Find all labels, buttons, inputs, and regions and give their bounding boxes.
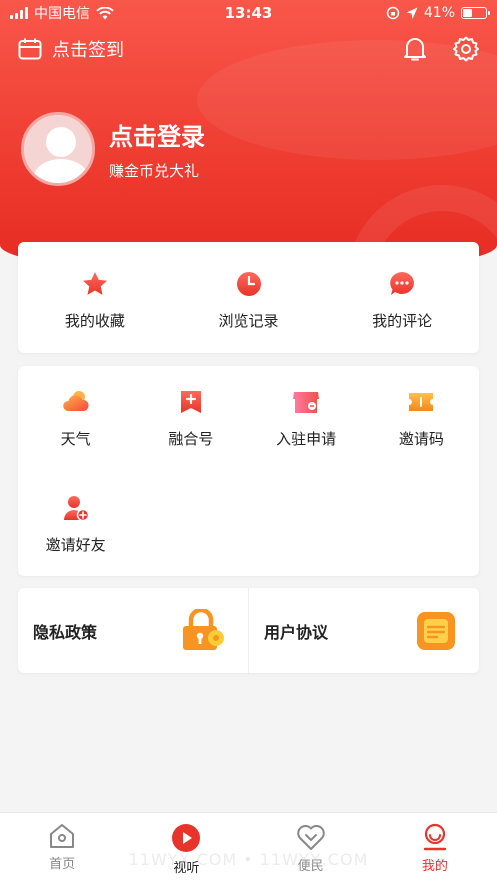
- policy-card: 隐私政策 用户协议: [18, 588, 479, 673]
- location-icon: [406, 7, 418, 19]
- service-invite-friend[interactable]: 邀请好友: [18, 494, 133, 600]
- sign-in-label: 点击签到: [52, 40, 124, 61]
- lock-gear-icon: [183, 608, 224, 650]
- home-icon: [50, 824, 75, 848]
- tab-services[interactable]: 便民: [249, 813, 373, 883]
- login-subtitle: 赚金币兑大礼: [109, 162, 200, 180]
- service-label: 入驻申请: [276, 430, 337, 448]
- quick-actions-card: 我的收藏 浏览记录 我的评论: [18, 242, 479, 353]
- services-card: 天气 融合号 入驻申请 邀请码 邀请好友: [18, 366, 479, 576]
- history-button[interactable]: 浏览记录: [172, 242, 326, 353]
- avatar[interactable]: [21, 112, 95, 186]
- status-bar: 中国电信 13:43 41%: [0, 0, 497, 26]
- login-title[interactable]: 点击登录: [109, 117, 205, 152]
- sign-in-button[interactable]: 点击签到: [18, 36, 403, 62]
- favorites-button[interactable]: 我的收藏: [18, 242, 172, 353]
- top-bar: 点击签到: [0, 32, 497, 66]
- bottom-tab-bar: 首页 视听 便民 我的: [0, 812, 497, 883]
- weather-icon: [62, 391, 89, 411]
- orientation-lock-icon: [386, 6, 400, 20]
- calendar-icon: [18, 38, 42, 60]
- user-agreement-link[interactable]: 用户协议: [248, 588, 479, 673]
- heart-icon: [296, 824, 325, 850]
- ticket-icon: [409, 393, 434, 411]
- comments-button[interactable]: 我的评论: [325, 242, 479, 353]
- store-icon: [293, 392, 320, 413]
- wifi-icon: [96, 6, 114, 19]
- service-label: 邀请码: [398, 430, 444, 448]
- comment-icon: [390, 272, 415, 295]
- quick-action-label: 我的收藏: [64, 312, 125, 330]
- quick-action-label: 浏览记录: [218, 312, 279, 330]
- profile-icon: [423, 823, 447, 851]
- service-invite-code[interactable]: 邀请码: [364, 388, 479, 494]
- service-label: 天气: [60, 430, 91, 448]
- battery-icon: [461, 7, 490, 19]
- tab-mine[interactable]: 我的: [373, 813, 497, 883]
- play-icon: [172, 824, 201, 852]
- tab-home[interactable]: 首页: [0, 813, 124, 883]
- service-settle-application[interactable]: 入驻申请: [249, 388, 364, 494]
- user-agreement-label: 用户协议: [264, 622, 329, 642]
- tab-av[interactable]: 视听: [124, 813, 248, 883]
- service-fusion-account[interactable]: 融合号: [133, 388, 248, 494]
- service-weather[interactable]: 天气: [18, 388, 133, 494]
- battery-fill: [463, 9, 473, 17]
- battery-percent: 41%: [423, 5, 455, 21]
- privacy-policy-link[interactable]: 隐私政策: [18, 588, 248, 673]
- service-label: 邀请好友: [45, 536, 106, 554]
- bell-icon[interactable]: [403, 36, 427, 62]
- carrier-label: 中国电信: [34, 6, 90, 22]
- signal-icon: [10, 7, 28, 19]
- watermark: 11WYX.COM • 11WYX.COM: [128, 850, 369, 869]
- document-icon: [417, 611, 455, 650]
- star-icon: [82, 272, 107, 295]
- invite-friend-icon: [63, 496, 89, 522]
- bookmark-plus-icon: [180, 391, 201, 413]
- clock-icon: [236, 272, 261, 296]
- service-label: 融合号: [168, 430, 214, 448]
- login-area[interactable]: 点击登录 赚金币兑大礼: [21, 112, 205, 186]
- quick-action-label: 我的评论: [372, 312, 433, 330]
- privacy-policy-label: 隐私政策: [33, 622, 98, 642]
- gear-icon[interactable]: [453, 36, 479, 62]
